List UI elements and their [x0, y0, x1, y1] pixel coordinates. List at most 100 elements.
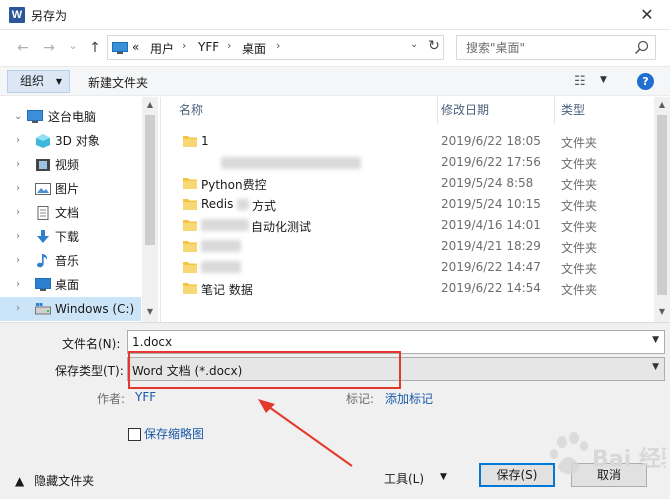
column-header-type[interactable]: 类型	[561, 97, 585, 124]
chevron-right-icon[interactable]: ›	[16, 249, 20, 273]
recent-locations-chevron-icon[interactable]: ⌄	[64, 37, 82, 55]
refresh-icon[interactable]: ↻	[426, 38, 442, 54]
save-button[interactable]: 保存(S)	[479, 463, 555, 487]
watermark-text: Bai 经验	[592, 446, 666, 472]
hide-folders-toggle[interactable]: ▲ 隐藏文件夹	[15, 472, 94, 489]
scroll-down-arrow-icon[interactable]: ▼	[142, 307, 158, 316]
file-row[interactable]: 2019/6/22 17:56 文件夹	[161, 152, 654, 173]
music-icon	[37, 254, 48, 268]
file-date: 2019/6/22 14:54	[441, 281, 541, 295]
sidebar-item-label: 桌面	[55, 278, 80, 292]
sidebar-item-desktop[interactable]: › 桌面	[0, 273, 141, 297]
scrollbar-thumb[interactable]	[657, 115, 667, 295]
file-name-tail: 方式	[252, 199, 277, 213]
help-icon[interactable]: ?	[637, 73, 654, 90]
file-list-scrollbar[interactable]: ▲ ▼	[654, 97, 670, 322]
highlight-box	[128, 351, 401, 389]
folder-icon	[183, 262, 197, 273]
file-row[interactable]: 2019/4/21 18:29 文件夹	[161, 236, 654, 257]
chevron-right-icon[interactable]: ›	[16, 153, 20, 177]
filename-value[interactable]: 1.docx	[132, 335, 172, 349]
documents-icon	[37, 206, 49, 220]
file-type: 文件夹	[561, 241, 598, 255]
file-name: Redis	[201, 197, 234, 211]
file-row[interactable]: 1 2019/6/22 18:05 文件夹	[161, 131, 654, 152]
scrollbar-thumb[interactable]	[145, 115, 155, 245]
chevron-right-icon[interactable]: ›	[16, 177, 20, 201]
redacted-name	[201, 240, 241, 252]
file-row[interactable]: 笔记 数据 2019/6/22 14:54 文件夹	[161, 278, 654, 299]
chevron-down-icon[interactable]: ▼	[652, 362, 659, 372]
breadcrumb-separator-icon[interactable]: ›	[227, 39, 231, 52]
sidebar-item-downloads[interactable]: › 下载	[0, 225, 141, 249]
scroll-down-arrow-icon[interactable]: ▼	[654, 307, 670, 316]
breadcrumb-overflow[interactable]: «	[132, 40, 139, 54]
chevron-right-icon[interactable]: ›	[16, 201, 20, 225]
chevron-right-icon[interactable]: ›	[16, 273, 20, 297]
address-dropdown-icon[interactable]: ⌄	[410, 39, 422, 50]
file-date: 2019/4/21 18:29	[441, 239, 541, 253]
save-thumbnail-checkbox[interactable]	[128, 428, 141, 441]
chevron-down-icon[interactable]: ⌄	[14, 105, 22, 129]
file-type: 文件夹	[561, 157, 598, 171]
file-date: 2019/5/24 8:58	[441, 176, 534, 190]
caret-down-icon[interactable]: ▼	[440, 472, 447, 482]
chevron-down-icon[interactable]: ▼	[652, 335, 659, 345]
column-divider[interactable]	[554, 97, 555, 124]
file-row[interactable]: 自动化测试 2019/4/16 14:01 文件夹	[161, 215, 654, 236]
scroll-up-arrow-icon[interactable]: ▲	[142, 100, 158, 109]
sidebar-item-pictures[interactable]: › 图片	[0, 177, 141, 201]
redacted-name	[201, 261, 241, 273]
sidebar-item-this-pc[interactable]: ⌄ 这台电脑	[0, 105, 141, 129]
add-tags-link[interactable]: 添加标记	[385, 390, 433, 407]
sidebar-item-label: 视频	[55, 158, 80, 172]
tools-button[interactable]: 工具(L)	[384, 470, 424, 487]
close-button[interactable]: ✕	[624, 0, 670, 30]
breadcrumb-separator-icon[interactable]: ›	[276, 39, 280, 52]
sidebar-scrollbar[interactable]: ▲ ▼	[142, 97, 158, 322]
sidebar-item-windows-c[interactable]: › Windows (C:)	[0, 297, 141, 321]
command-toolbar: 组织 ▼ 新建文件夹 ☷ ▼ ?	[0, 66, 670, 96]
author-value[interactable]: YFF	[135, 390, 156, 404]
column-header-name[interactable]: 名称	[179, 97, 203, 124]
organize-button[interactable]: 组织 ▼	[7, 70, 70, 93]
download-icon	[37, 230, 49, 243]
sidebar-item-videos[interactable]: › 视频	[0, 153, 141, 177]
sidebar-item-documents[interactable]: › 文档	[0, 201, 141, 225]
breadcrumb-desktop[interactable]: 桌面	[242, 40, 266, 57]
search-icon[interactable]	[634, 40, 649, 55]
3d-objects-icon	[36, 134, 50, 148]
organize-label: 组织	[20, 74, 45, 88]
search-input[interactable]	[457, 36, 635, 59]
desktop-icon	[35, 278, 51, 291]
chevron-right-icon[interactable]: ›	[16, 129, 20, 153]
new-folder-button[interactable]: 新建文件夹	[88, 74, 148, 91]
scroll-up-arrow-icon[interactable]: ▲	[654, 100, 670, 109]
file-row[interactable]: Python费控 2019/5/24 8:58 文件夹	[161, 173, 654, 194]
file-row[interactable]: 2019/6/22 14:47 文件夹	[161, 257, 654, 278]
file-type: 文件夹	[561, 199, 598, 213]
chevron-right-icon[interactable]: ›	[16, 297, 20, 321]
sidebar-item-label: Windows (C:)	[55, 302, 135, 316]
file-row[interactable]: Redis 方式 2019/5/24 10:15 文件夹	[161, 194, 654, 215]
view-options-icon[interactable]: ☷	[574, 74, 586, 89]
author-label: 作者:	[97, 392, 126, 406]
caret-down-icon[interactable]: ▼	[600, 75, 607, 85]
breadcrumb-yff[interactable]: YFF	[198, 40, 219, 54]
breadcrumb-users[interactable]: 用户	[150, 40, 174, 57]
back-arrow-icon[interactable]: ←	[14, 39, 32, 57]
sidebar-item-label: 这台电脑	[48, 110, 97, 124]
save-thumbnail-label[interactable]: 保存缩略图	[144, 425, 204, 442]
column-header-date[interactable]: 修改日期	[441, 97, 489, 124]
up-arrow-icon[interactable]: ↑	[86, 39, 104, 57]
sidebar-item-music[interactable]: › 音乐	[0, 249, 141, 273]
redacted-name	[201, 219, 249, 231]
sidebar-item-3d-objects[interactable]: › 3D 对象	[0, 129, 141, 153]
forward-arrow-icon[interactable]: →	[40, 39, 58, 57]
column-divider[interactable]	[437, 97, 438, 124]
address-bar[interactable]: « 用户 › YFF › 桌面 › ⌄ ↻	[107, 35, 444, 60]
breadcrumb-separator-icon[interactable]: ›	[182, 39, 186, 52]
chevron-right-icon[interactable]: ›	[16, 225, 20, 249]
search-box[interactable]	[456, 35, 656, 60]
folder-icon	[183, 283, 197, 294]
